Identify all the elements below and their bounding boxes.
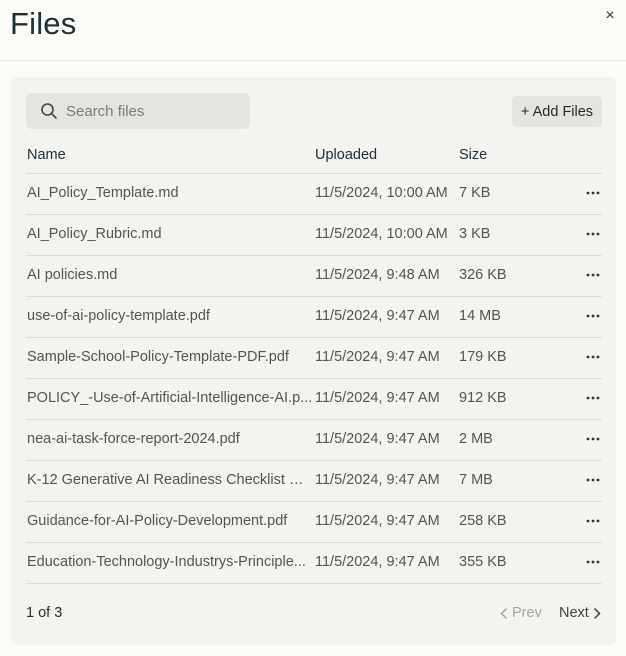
more-horizontal-icon[interactable] <box>584 430 602 448</box>
dialog-header: Files × <box>0 0 626 61</box>
table-row[interactable]: K-12 Generative AI Readiness Checklist O… <box>26 461 602 502</box>
file-size: 326 KB <box>459 267 507 283</box>
files-panel: + Add Files Name Uploaded Size AI_Policy… <box>10 77 616 645</box>
column-header-uploaded[interactable]: Uploaded <box>315 147 459 163</box>
file-uploaded: 11/5/2024, 9:48 AM <box>315 267 440 283</box>
more-horizontal-icon[interactable] <box>584 553 602 571</box>
file-size: 14 MB <box>459 308 501 324</box>
file-name[interactable]: K-12 Generative AI Readiness Checklist O… <box>27 472 314 488</box>
table-row[interactable]: POLICY_-Use-of-Artificial-Intelligence-A… <box>26 379 602 420</box>
column-header-size[interactable]: Size <box>459 147 539 163</box>
table-row[interactable]: AI policies.md 11/5/2024, 9:48 AM 326 KB <box>26 256 602 297</box>
close-icon[interactable]: × <box>601 7 619 25</box>
search-box[interactable] <box>26 93 250 129</box>
file-name[interactable]: AI_Policy_Rubric.md <box>27 226 314 242</box>
file-size: 7 KB <box>459 185 491 201</box>
prev-button[interactable]: Prev <box>500 605 542 621</box>
file-size: 2 MB <box>459 431 493 447</box>
more-horizontal-icon[interactable] <box>584 389 602 407</box>
dialog-title: Files <box>10 6 77 41</box>
file-uploaded: 11/5/2024, 9:47 AM <box>315 349 440 365</box>
table-row[interactable]: use-of-ai-policy-template.pdf 11/5/2024, … <box>26 297 602 338</box>
prev-label: Prev <box>512 605 542 621</box>
next-label: Next <box>559 605 589 621</box>
column-header-name[interactable]: Name <box>27 147 314 163</box>
file-uploaded: 11/5/2024, 9:47 AM <box>315 554 440 570</box>
file-uploaded: 11/5/2024, 9:47 AM <box>315 390 440 406</box>
more-horizontal-icon[interactable] <box>584 512 602 530</box>
file-size: 258 KB <box>459 513 507 529</box>
chevron-left-icon <box>500 607 508 619</box>
page-indicator: 1 of 3 <box>26 605 63 621</box>
file-name[interactable]: Sample-School-Policy-Template-PDF.pdf <box>27 349 314 365</box>
file-name[interactable]: use-of-ai-policy-template.pdf <box>27 308 314 324</box>
table-row[interactable]: Education-Technology-Industrys-Principle… <box>26 543 602 584</box>
file-size: 179 KB <box>459 349 507 365</box>
file-size: 3 KB <box>459 226 491 242</box>
table-row[interactable]: Guidance-for-AI-Policy-Development.pdf 11… <box>26 502 602 543</box>
file-size: 355 KB <box>459 554 507 570</box>
file-name[interactable]: AI policies.md <box>27 267 314 283</box>
file-name[interactable]: nea-ai-task-force-report-2024.pdf <box>27 431 314 447</box>
file-name[interactable]: Education-Technology-Industrys-Principle… <box>27 554 314 570</box>
chevron-right-icon <box>593 607 601 619</box>
table-body: AI_Policy_Template.md 11/5/2024, 10:00 AM… <box>26 174 602 584</box>
table-header: Name Uploaded Size <box>26 139 602 174</box>
more-horizontal-icon[interactable] <box>584 348 602 366</box>
more-horizontal-icon[interactable] <box>584 225 602 243</box>
search-input[interactable] <box>66 93 244 129</box>
search-icon <box>41 103 57 119</box>
add-files-button[interactable]: + Add Files <box>512 96 602 127</box>
more-horizontal-icon[interactable] <box>584 184 602 202</box>
more-horizontal-icon[interactable] <box>584 307 602 325</box>
files-table: Name Uploaded Size AI_Policy_Template.md… <box>26 139 602 584</box>
table-row[interactable]: nea-ai-task-force-report-2024.pdf 11/5/20… <box>26 420 602 461</box>
file-name[interactable]: Guidance-for-AI-Policy-Development.pdf <box>27 513 314 529</box>
file-uploaded: 11/5/2024, 9:47 AM <box>315 431 440 447</box>
table-row[interactable]: Sample-School-Policy-Template-PDF.pdf 11/… <box>26 338 602 379</box>
file-name[interactable]: AI_Policy_Template.md <box>27 185 314 201</box>
file-size: 7 MB <box>459 472 493 488</box>
next-button[interactable]: Next <box>559 605 601 621</box>
file-name[interactable]: POLICY_-Use-of-Artificial-Intelligence-A… <box>27 390 314 406</box>
table-row[interactable]: AI_Policy_Template.md 11/5/2024, 10:00 AM… <box>26 174 602 215</box>
file-uploaded: 11/5/2024, 9:47 AM <box>315 308 440 324</box>
file-uploaded: 11/5/2024, 9:47 AM <box>315 472 440 488</box>
file-uploaded: 11/5/2024, 10:00 AM <box>315 185 448 201</box>
file-uploaded: 11/5/2024, 10:00 AM <box>315 226 448 242</box>
file-uploaded: 11/5/2024, 9:47 AM <box>315 513 440 529</box>
more-horizontal-icon[interactable] <box>584 266 602 284</box>
more-horizontal-icon[interactable] <box>584 471 602 489</box>
file-size: 912 KB <box>459 390 507 406</box>
table-row[interactable]: AI_Policy_Rubric.md 11/5/2024, 10:00 AM 3 … <box>26 215 602 256</box>
